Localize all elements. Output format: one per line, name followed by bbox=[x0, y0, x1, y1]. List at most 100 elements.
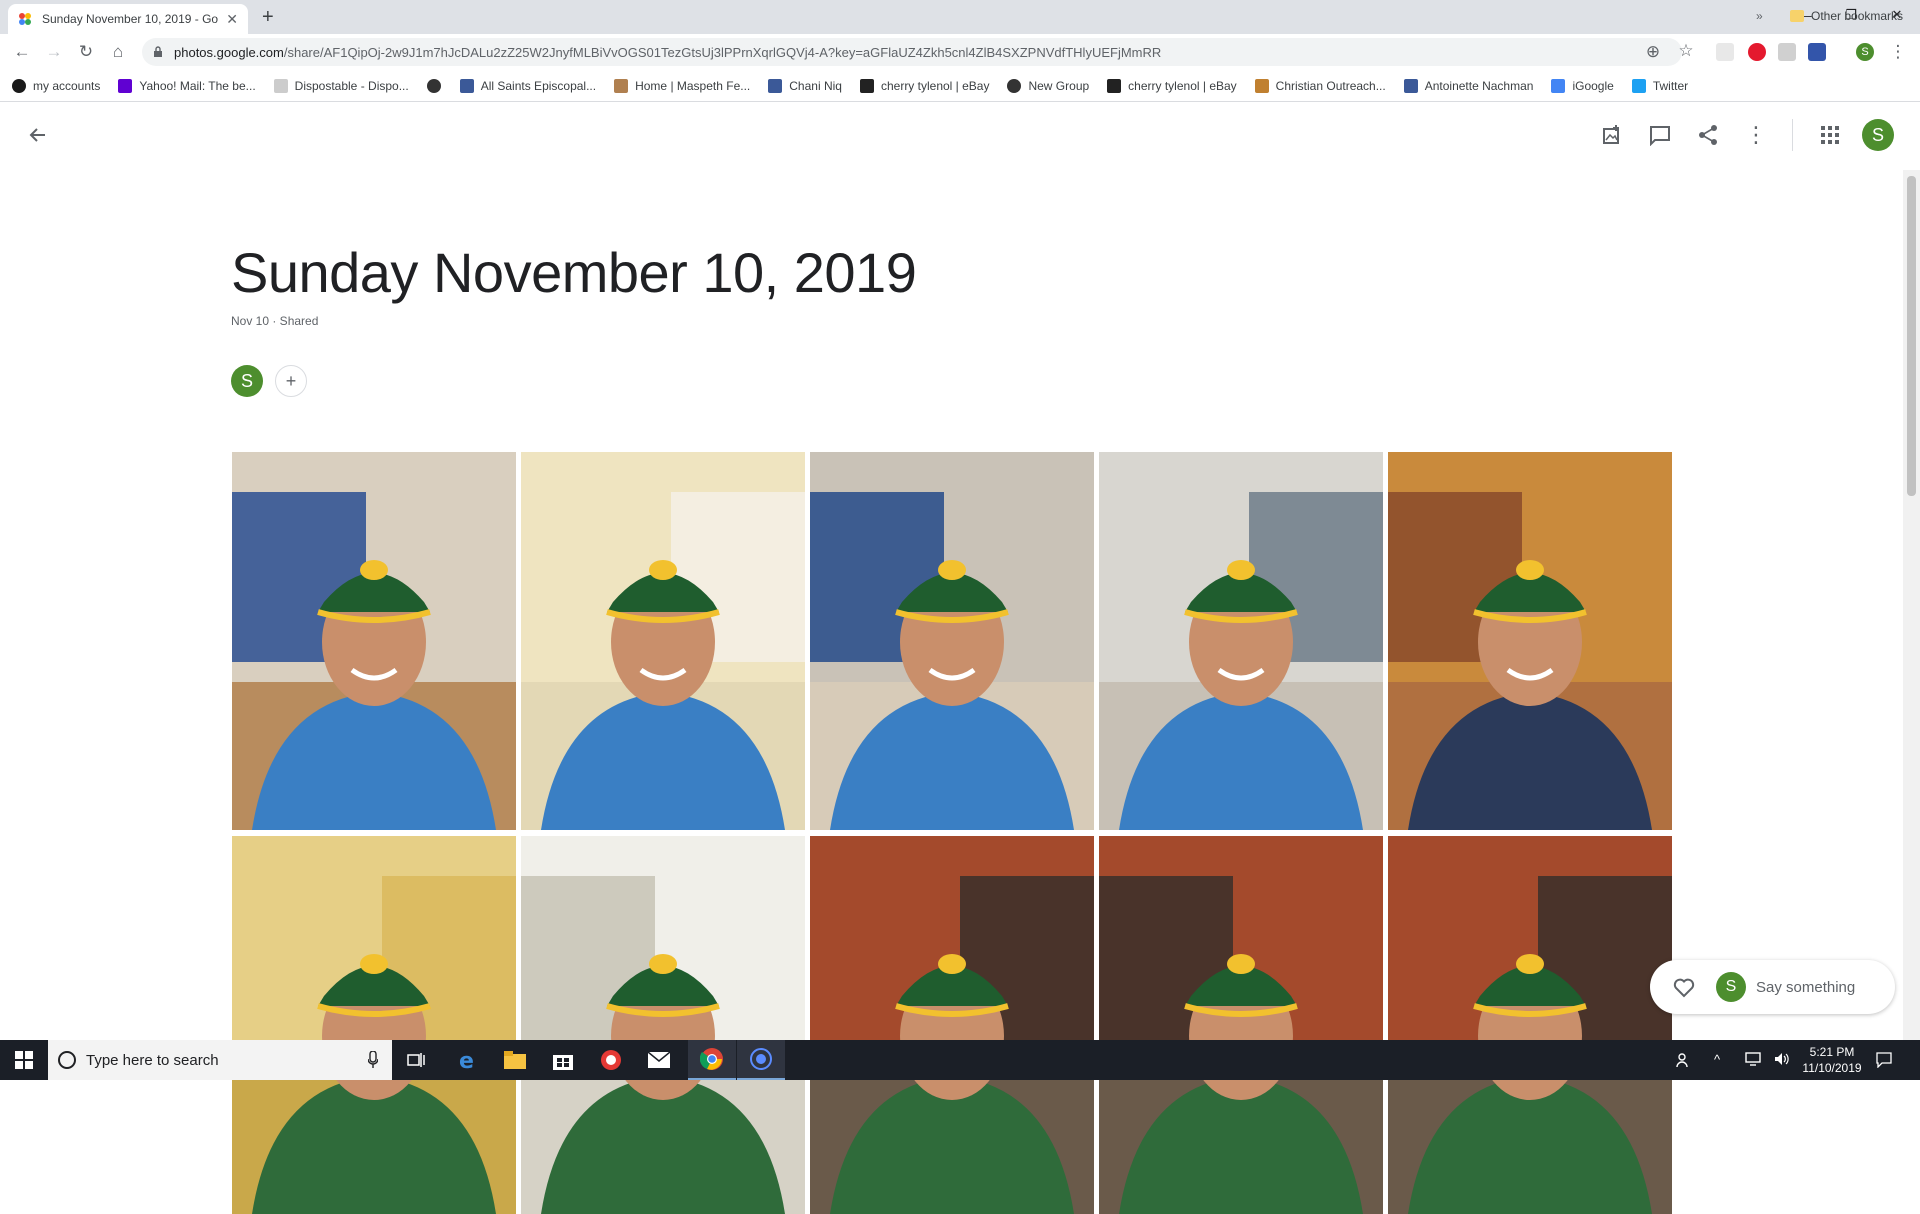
facebook-icon bbox=[459, 78, 474, 93]
bookmark-label: Christian Outreach... bbox=[1275, 78, 1386, 93]
mail-icon[interactable] bbox=[635, 1040, 683, 1080]
reload-icon[interactable]: ↻ bbox=[76, 42, 96, 62]
tray-overflow-icon[interactable]: ^ bbox=[1714, 1052, 1720, 1067]
photo-thumbnail[interactable] bbox=[232, 452, 516, 830]
app-red-icon[interactable] bbox=[587, 1040, 635, 1080]
photo-thumbnail[interactable] bbox=[1388, 836, 1672, 1214]
photo-thumbnail[interactable] bbox=[1099, 452, 1383, 830]
commenter-avatar: S bbox=[1716, 972, 1746, 1002]
opera-extension-icon[interactable] bbox=[1748, 43, 1766, 61]
photo-thumbnail[interactable] bbox=[810, 452, 1094, 830]
bookmark-item[interactable]: iGoogle bbox=[1551, 78, 1614, 93]
bookmark-item[interactable]: New Group bbox=[1007, 78, 1090, 93]
photo-thumbnail[interactable] bbox=[521, 836, 805, 1214]
address-bar[interactable]: photos.google.com/share/AF1QipOj-2w9J1m7… bbox=[142, 38, 1682, 66]
chrome-taskbar-icon[interactable] bbox=[688, 1040, 736, 1080]
task-view-icon[interactable] bbox=[392, 1040, 440, 1080]
network-icon[interactable] bbox=[1744, 1052, 1762, 1069]
s-extension-icon[interactable] bbox=[1778, 43, 1796, 61]
google-icon bbox=[1551, 78, 1566, 93]
lock-icon bbox=[154, 46, 162, 57]
home-icon[interactable]: ⌂ bbox=[108, 42, 128, 62]
photo-thumbnail[interactable] bbox=[232, 836, 516, 1214]
globe-icon bbox=[426, 78, 441, 93]
bookmark-item[interactable]: cherry tylenol | eBay bbox=[859, 78, 989, 93]
facebook-icon bbox=[1403, 78, 1418, 93]
bookmark-item[interactable]: Home | Maspeth Fe... bbox=[614, 78, 750, 93]
bookmark-star-icon[interactable]: ☆ bbox=[1676, 41, 1696, 61]
bookmark-label: Dispostable - Dispo... bbox=[294, 78, 409, 93]
add-person-button[interactable]: + bbox=[275, 365, 307, 397]
bookmark-item[interactable]: Dispostable - Dispo... bbox=[273, 78, 409, 93]
new-tab-button[interactable]: + bbox=[262, 6, 274, 29]
browser-tab[interactable]: Sunday November 10, 2019 - Go ✕ bbox=[8, 4, 248, 34]
bookmark-label: Antoinette Nachman bbox=[1424, 78, 1534, 93]
other-bookmarks[interactable]: Other bookmarks bbox=[1790, 9, 1903, 23]
file-explorer-icon[interactable] bbox=[491, 1040, 539, 1080]
bookmark-item[interactable]: Twitter bbox=[1631, 78, 1689, 93]
bookmark-item[interactable]: cherry tylenol | eBay bbox=[1107, 78, 1237, 93]
taskbar-search[interactable]: Type here to search bbox=[48, 1040, 392, 1080]
folder-icon bbox=[1790, 10, 1804, 22]
more-options-icon[interactable]: ⋮ bbox=[1744, 122, 1768, 147]
photo-thumbnail[interactable] bbox=[1099, 836, 1383, 1214]
heart-icon[interactable] bbox=[1672, 975, 1696, 999]
add-to-album-icon[interactable] bbox=[1600, 123, 1624, 147]
bag-icon bbox=[859, 78, 874, 93]
other-bookmarks-label: Other bookmarks bbox=[1811, 9, 1904, 23]
tab-title: Sunday November 10, 2019 - Go bbox=[42, 12, 219, 26]
back-icon[interactable]: ← bbox=[12, 42, 32, 62]
notifications-icon[interactable] bbox=[1876, 1052, 1892, 1071]
forward-icon[interactable]: → bbox=[44, 42, 64, 62]
member-avatar[interactable]: S bbox=[231, 365, 263, 397]
bookmark-label: New Group bbox=[1028, 78, 1090, 93]
bookmark-item[interactable]: Christian Outreach... bbox=[1254, 78, 1386, 93]
bookmark-label: Chani Niq bbox=[789, 78, 842, 93]
bookmark-label: my accounts bbox=[33, 78, 101, 93]
page-scrollbar[interactable] bbox=[1903, 170, 1920, 1040]
page-icon bbox=[1254, 78, 1269, 93]
cast-icon[interactable] bbox=[1716, 43, 1734, 61]
page-icon bbox=[273, 78, 288, 93]
profile-avatar[interactable]: S bbox=[1856, 43, 1874, 61]
clock-time: 5:21 PM bbox=[1809, 1045, 1855, 1059]
twitter-icon bbox=[1631, 78, 1646, 93]
store-icon[interactable] bbox=[539, 1040, 587, 1080]
say-something-input[interactable]: Say something bbox=[1756, 979, 1855, 996]
yahoo-icon bbox=[118, 78, 133, 93]
globe-icon bbox=[1007, 78, 1022, 93]
bookmark-label: Yahoo! Mail: The be... bbox=[139, 78, 256, 93]
apps-grid-icon[interactable] bbox=[1818, 123, 1842, 147]
url-path: /share/AF1QipOj-2w9J1m7hJcDALu2zZ25W2Jny… bbox=[283, 44, 1162, 60]
edge-icon[interactable]: e bbox=[443, 1040, 491, 1080]
bookmark-label: Twitter bbox=[1652, 78, 1689, 93]
photo-thumbnail[interactable] bbox=[1388, 452, 1672, 830]
comment-icon[interactable] bbox=[1648, 123, 1672, 147]
bookmark-item[interactable]: Yahoo! Mail: The be... bbox=[118, 78, 256, 93]
bookmarks-overflow-icon[interactable]: » bbox=[1756, 9, 1763, 23]
album-title: Sunday November 10, 2019 bbox=[231, 241, 917, 304]
system-clock[interactable]: 5:21 PM 11/10/2019 bbox=[1800, 1044, 1864, 1076]
comment-bar[interactable]: S Say something bbox=[1650, 960, 1895, 1014]
app-blue-circle-icon[interactable] bbox=[737, 1040, 785, 1080]
back-arrow-icon[interactable] bbox=[26, 123, 50, 147]
menu-kebab-icon[interactable]: ⋮ bbox=[1888, 42, 1908, 62]
bookmark-item[interactable] bbox=[426, 78, 448, 93]
photo-thumbnail[interactable] bbox=[810, 836, 1094, 1214]
microphone-icon[interactable] bbox=[368, 1051, 378, 1069]
bookmark-item[interactable]: Chani Niq bbox=[768, 78, 842, 93]
bookmark-item[interactable]: Antoinette Nachman bbox=[1403, 78, 1534, 93]
accessibility-extension-icon[interactable] bbox=[1808, 43, 1826, 61]
windows-start-icon[interactable] bbox=[0, 1040, 48, 1080]
bookmark-item[interactable]: my accounts bbox=[12, 78, 101, 93]
bookmark-item[interactable]: All Saints Episcopal... bbox=[459, 78, 596, 93]
url-host: photos.google.com bbox=[174, 44, 284, 60]
account-avatar[interactable]: S bbox=[1862, 119, 1894, 151]
install-icon[interactable]: ⊕ bbox=[1643, 42, 1663, 62]
close-tab-icon[interactable]: ✕ bbox=[226, 11, 238, 28]
scrollbar-thumb[interactable] bbox=[1907, 176, 1916, 496]
photo-thumbnail[interactable] bbox=[521, 452, 805, 830]
share-icon[interactable] bbox=[1696, 123, 1720, 147]
people-icon[interactable] bbox=[1676, 1052, 1692, 1071]
volume-icon[interactable] bbox=[1774, 1052, 1790, 1069]
